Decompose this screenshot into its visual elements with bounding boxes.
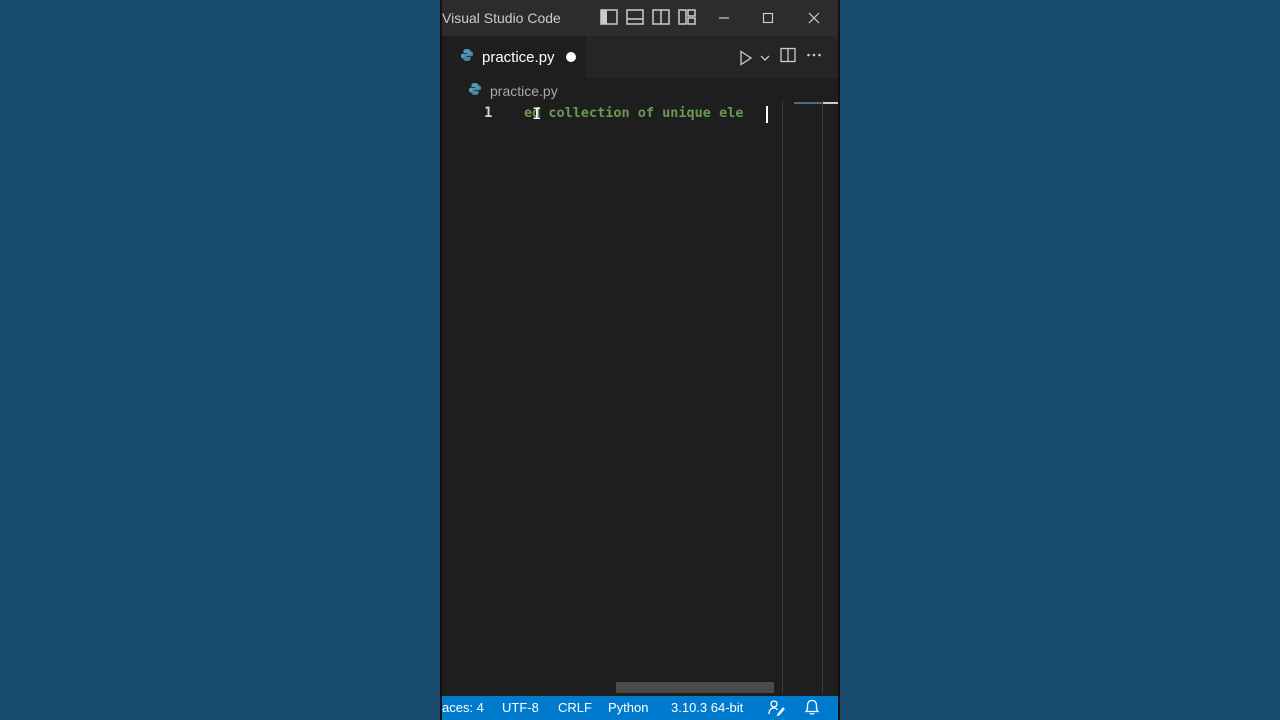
editor-tab-bar: practice.py xyxy=(442,36,838,78)
notifications-bell-icon[interactable] xyxy=(804,699,820,719)
status-bar: aces: 4 UTF-8 CRLF Python 3.10.3 64-bit xyxy=(442,696,838,720)
feedback-icon[interactable] xyxy=(768,699,785,719)
indentation-status[interactable]: aces: 4 xyxy=(442,700,484,715)
maximize-button[interactable] xyxy=(748,6,788,30)
minimize-icon xyxy=(719,17,729,19)
run-play-icon xyxy=(740,49,753,66)
encoding-status[interactable]: UTF-8 xyxy=(502,700,539,715)
horizontal-scrollbar-thumb[interactable] xyxy=(616,682,774,693)
minimap-line xyxy=(794,102,824,104)
python-interpreter-status[interactable]: 3.10.3 64-bit xyxy=(671,700,743,715)
eol-status[interactable]: CRLF xyxy=(558,700,592,715)
breadcrumb-file[interactable]: practice.py xyxy=(490,83,558,99)
close-button[interactable] xyxy=(794,6,834,30)
breadcrumb[interactable]: practice.py xyxy=(468,82,558,100)
python-file-icon xyxy=(468,82,482,101)
split-editor-icon xyxy=(780,47,796,63)
vscode-window: Visual Studio Code practice.py practice.… xyxy=(440,0,840,720)
mouse-ibeam-cursor-icon: I xyxy=(532,104,542,123)
close-icon xyxy=(808,12,820,24)
chevron-down-icon xyxy=(760,55,770,61)
unsaved-changes-dot[interactable] xyxy=(566,52,576,62)
window-title: Visual Studio Code xyxy=(442,10,561,26)
text-caret xyxy=(766,106,768,123)
code-editor[interactable]: 1 ed collection of unique ele I xyxy=(442,100,838,694)
title-bar: Visual Studio Code xyxy=(442,0,838,36)
customize-layout-icon[interactable] xyxy=(678,9,696,25)
code-line[interactable]: ed collection of unique ele xyxy=(524,105,764,121)
more-actions-button[interactable] xyxy=(806,47,822,68)
line-number: 1 xyxy=(484,105,493,121)
vertical-scrollbar[interactable] xyxy=(822,100,823,694)
minimap[interactable] xyxy=(786,100,838,694)
toggle-secondary-sidebar-icon[interactable] xyxy=(652,9,670,25)
editor-actions xyxy=(738,47,822,68)
toggle-primary-sidebar-icon[interactable] xyxy=(600,9,618,25)
split-editor-button[interactable] xyxy=(780,47,796,68)
more-actions-icon xyxy=(807,53,821,57)
minimize-button[interactable] xyxy=(704,6,744,30)
language-mode-status[interactable]: Python xyxy=(608,700,648,715)
tab-practice-py[interactable]: practice.py xyxy=(442,36,586,78)
minimap-slider xyxy=(822,102,838,104)
tab-label: practice.py xyxy=(482,48,555,66)
run-python-file-button[interactable] xyxy=(738,49,770,66)
layout-controls xyxy=(600,9,696,25)
python-file-icon xyxy=(460,48,474,67)
toggle-panel-icon[interactable] xyxy=(626,9,644,25)
comment-text: ed collection of unique ele xyxy=(524,105,744,121)
editor-ruler xyxy=(782,100,783,694)
maximize-icon xyxy=(762,12,774,24)
